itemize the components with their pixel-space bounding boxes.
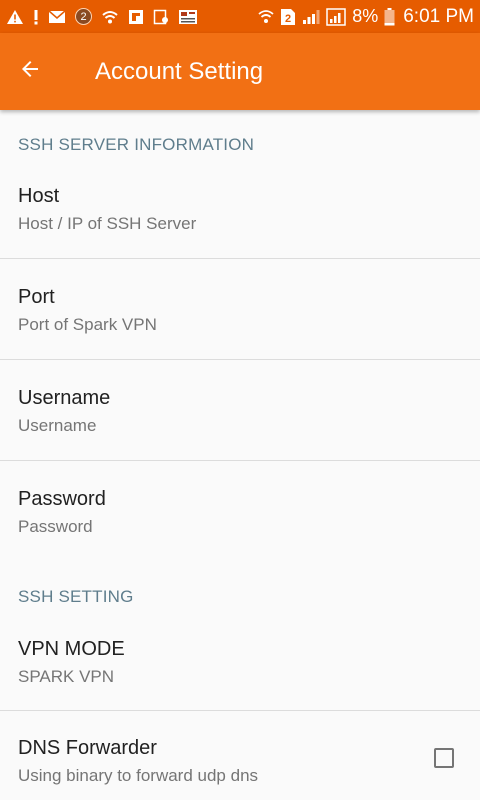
arrow-left-icon xyxy=(18,57,42,86)
pref-item-dns-forwarder[interactable]: DNS Forwarder Using binary to forward ud… xyxy=(0,711,480,800)
sim-icon: 2 xyxy=(280,7,296,27)
pref-summary: Port of Spark VPN xyxy=(18,315,157,334)
pref-item-vpn-mode[interactable]: VPN MODE SPARK VPN xyxy=(0,620,480,710)
notification-count-icon: 2 xyxy=(75,8,92,25)
status-bar: 2 2 8% 6:01 PM xyxy=(0,0,480,33)
pref-summary: SPARK VPN xyxy=(18,667,115,686)
pref-item-password[interactable]: Password Password xyxy=(0,461,480,561)
mail-icon xyxy=(48,7,66,27)
wifi-icon xyxy=(258,7,274,27)
pref-title: VPN MODE xyxy=(18,638,125,660)
pref-title: Port xyxy=(18,286,55,308)
page-title: Account Setting xyxy=(95,58,264,85)
battery-icon xyxy=(384,7,395,27)
screenshot-icon xyxy=(153,7,169,27)
pref-title: Host xyxy=(18,185,60,207)
pref-summary: Username xyxy=(18,416,97,435)
back-button[interactable] xyxy=(10,51,50,91)
wifi-calling-icon xyxy=(101,7,119,27)
battery-percent: 8% xyxy=(352,6,379,26)
section-header-ssh-server-information: SSH SERVER INFORMATION xyxy=(18,135,255,154)
pref-item-port[interactable]: Port Port of Spark VPN xyxy=(0,259,480,359)
dns-forwarder-checkbox[interactable] xyxy=(434,748,454,768)
pref-title: DNS Forwarder xyxy=(18,737,157,759)
signal-icon xyxy=(302,7,320,27)
alert-icon xyxy=(33,7,39,27)
warning-icon xyxy=(6,7,24,27)
pref-item-host[interactable]: Host Host / IP of SSH Server xyxy=(0,168,480,258)
pref-item-username[interactable]: Username Username xyxy=(0,360,480,460)
news-icon xyxy=(178,7,198,27)
pref-title: Username xyxy=(18,387,111,409)
sim-badge-text: 2 xyxy=(285,13,291,25)
pref-summary: Password xyxy=(18,517,93,536)
pref-summary: Using binary to forward udp dns xyxy=(18,766,259,785)
flipboard-icon xyxy=(128,7,144,27)
clock-time: 6:01 PM xyxy=(403,5,474,27)
pref-summary: Host / IP of SSH Server xyxy=(18,214,197,233)
app-bar: Account Setting xyxy=(0,33,480,110)
signal-icon xyxy=(326,7,346,27)
section-header-ssh-setting: SSH SETTING xyxy=(18,587,134,606)
pref-title: Password xyxy=(18,488,106,510)
